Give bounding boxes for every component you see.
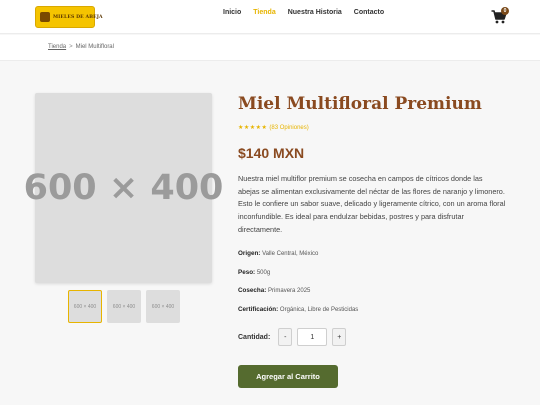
thumbnail-placeholder-text: 600 × 400 bbox=[73, 303, 97, 310]
nav-nuestra-historia[interactable]: Nuestra Historia bbox=[288, 9, 342, 16]
cart-count-badge: 0 bbox=[501, 7, 509, 15]
brand-logo[interactable]: MIELES DE ABEJA bbox=[35, 6, 103, 28]
spec-label: Peso: bbox=[238, 268, 256, 276]
thumbnail-2[interactable]: 600 × 400 bbox=[107, 290, 141, 323]
thumbnail-placeholder-text: 600 × 400 bbox=[151, 303, 175, 310]
breadcrumb-bar: Tienda > Miel Multifloral bbox=[0, 35, 540, 61]
review-count-link[interactable]: (83 Opiniones) bbox=[269, 125, 308, 131]
product-price: $140 MXN bbox=[238, 145, 305, 161]
quantity-increment-button[interactable]: + bbox=[332, 328, 347, 346]
quantity-stepper: Cantidad: - + bbox=[238, 328, 347, 346]
nav-tienda[interactable]: Tienda bbox=[253, 9, 275, 16]
spec-value: Primavera 2025 bbox=[268, 288, 311, 294]
spec-value: 500g bbox=[256, 269, 271, 276]
spec-value: Valle Central, México bbox=[262, 251, 319, 257]
product-specs: Origen: Valle Central, México Peso: 500g… bbox=[238, 250, 506, 324]
product-rating: ★★★★★ (83 Opiniones) bbox=[238, 124, 309, 131]
logo-icon bbox=[40, 12, 50, 22]
quantity-label: Cantidad: bbox=[238, 333, 271, 341]
breadcrumb-current: Miel Multifloral bbox=[75, 44, 114, 50]
site-header: MIELES DE ABEJA Inicio Tienda Nuestra Hi… bbox=[0, 0, 540, 34]
breadcrumb-link-tienda[interactable]: Tienda bbox=[48, 44, 66, 50]
spec-label: Cosecha: bbox=[238, 287, 267, 294]
nav-inicio[interactable]: Inicio bbox=[223, 9, 241, 16]
breadcrumb: Tienda > Miel Multifloral bbox=[48, 44, 114, 50]
spec-label: Origen: bbox=[238, 250, 261, 257]
spec-certificacion: Certificación: Orgánica, Libre de Pestic… bbox=[238, 306, 506, 325]
product-description: Nuestra miel multiflor premium se cosech… bbox=[238, 174, 506, 234]
spec-origen: Origen: Valle Central, México bbox=[238, 250, 506, 269]
main-nav: Inicio Tienda Nuestra Historia Contacto bbox=[223, 9, 384, 16]
thumbnail-1[interactable]: 600 × 400 bbox=[68, 290, 102, 323]
product-title: Miel Multifloral Premium bbox=[238, 94, 482, 114]
logo-text: MIELES DE ABEJA bbox=[53, 14, 103, 20]
nav-contacto[interactable]: Contacto bbox=[354, 9, 384, 16]
add-to-cart-button[interactable]: Agregar al Carrito bbox=[238, 365, 338, 388]
thumbnail-3[interactable]: 600 × 400 bbox=[146, 290, 180, 323]
quantity-decrement-button[interactable]: - bbox=[278, 328, 293, 346]
thumbnail-strip: 600 × 400 600 × 400 600 × 400 bbox=[68, 290, 180, 323]
spec-cosecha: Cosecha: Primavera 2025 bbox=[238, 287, 506, 306]
rating-stars-icon: ★★★★★ bbox=[238, 125, 268, 131]
product-main-image[interactable]: 600 × 400 bbox=[24, 93, 223, 283]
spec-label: Certificación: bbox=[238, 305, 279, 313]
thumbnail-placeholder-text: 600 × 400 bbox=[112, 303, 136, 310]
breadcrumb-separator: > bbox=[69, 44, 73, 50]
quantity-input[interactable] bbox=[297, 328, 328, 346]
main-image-placeholder-text: 600 × 400 bbox=[23, 168, 224, 208]
spec-peso: Peso: 500g bbox=[238, 269, 506, 288]
spec-value: Orgánica, Libre de Pesticidas bbox=[279, 306, 359, 313]
